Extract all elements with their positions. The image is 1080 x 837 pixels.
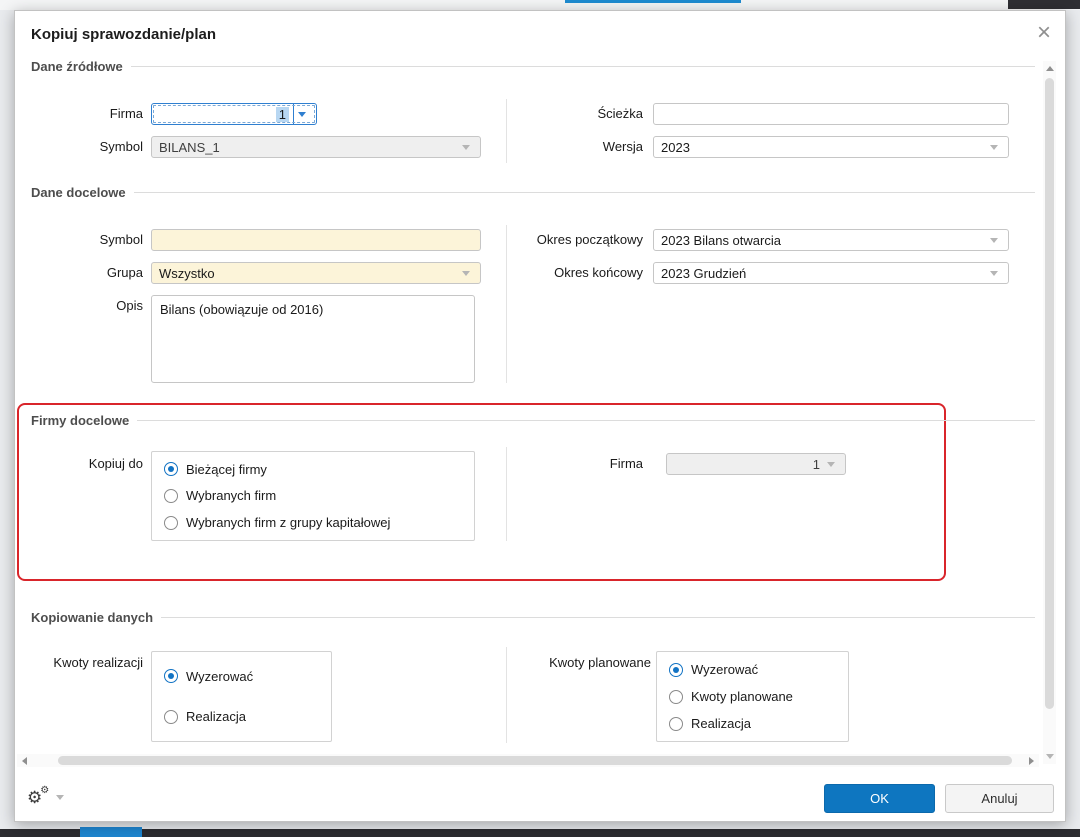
scroll-left-icon[interactable] bbox=[17, 754, 32, 767]
chevron-down-icon bbox=[987, 144, 1001, 150]
okres-koncowy-value: 2023 Grudzień bbox=[661, 265, 747, 281]
label-kwoty-realizacji: Kwoty realizacji bbox=[53, 655, 143, 670]
vertical-scroll-thumb[interactable] bbox=[1045, 78, 1054, 709]
dialog-title: Kopiuj sprawozdanie/plan bbox=[31, 26, 217, 43]
radio-selected-icon bbox=[164, 669, 178, 684]
chevron-down-icon bbox=[459, 270, 473, 276]
section-title-target: Dane docelowe bbox=[31, 184, 126, 200]
vertical-scrollbar[interactable] bbox=[1043, 61, 1056, 764]
symbol-source-value: BILANS_1 bbox=[159, 139, 220, 155]
section-title-copy: Kopiowanie danych bbox=[31, 609, 154, 625]
radio-selected-icon bbox=[164, 462, 178, 477]
radio-icon bbox=[669, 716, 683, 731]
label-okres-poczatkowy: Okres początkowy bbox=[536, 232, 643, 247]
section-header-copy: Kopiowanie danych bbox=[31, 609, 1035, 625]
background-statusbar bbox=[0, 829, 1080, 837]
gear-small-icon: ⚙ bbox=[40, 784, 50, 796]
section-title-companies: Firmy docelowe bbox=[31, 412, 130, 428]
radio-planowane-kwoty-planowane[interactable]: Kwoty planowane bbox=[669, 689, 836, 704]
sciezka-input[interactable] bbox=[653, 103, 1009, 125]
section-title-source: Dane źródłowe bbox=[31, 58, 123, 74]
radio-biezacej-firmy[interactable]: Bieżącej firmy bbox=[164, 462, 462, 477]
chevron-down-icon bbox=[987, 237, 1001, 243]
radio-selected-icon bbox=[669, 662, 683, 677]
chevron-down-icon[interactable] bbox=[293, 104, 309, 124]
radio-realizacji-wyzerowac[interactable]: Wyzerować bbox=[164, 669, 319, 684]
ok-button[interactable]: OK bbox=[824, 784, 935, 813]
horizontal-scrollbar[interactable] bbox=[17, 754, 1039, 767]
opis-textarea[interactable]: Bilans (obowiązuje od 2016) bbox=[151, 295, 475, 383]
wersja-dropdown[interactable]: 2023 bbox=[653, 136, 1009, 158]
kwoty-realizacji-radio-group: Wyzerować Realizacja bbox=[151, 651, 332, 742]
radio-icon bbox=[164, 515, 178, 530]
label-symbol-source: Symbol bbox=[99, 139, 143, 154]
section-header-target: Dane docelowe bbox=[31, 184, 1035, 200]
firma-source-value: 1 bbox=[275, 106, 289, 122]
chevron-down-icon bbox=[987, 270, 1001, 276]
chevron-down-icon bbox=[824, 461, 838, 467]
radio-planowane-realizacja[interactable]: Realizacja bbox=[669, 716, 836, 731]
symbol-source-dropdown[interactable]: BILANS_1 bbox=[151, 136, 481, 158]
label-grupa: Grupa bbox=[106, 265, 143, 280]
radio-wybranych-firm-grupy[interactable]: Wybranych firm z grupy kapitałowej bbox=[164, 515, 462, 530]
grupa-value: Wszystko bbox=[159, 265, 215, 281]
section-header-source: Dane źródłowe bbox=[31, 58, 1035, 74]
kwoty-planowane-radio-group: Wyzerować Kwoty planowane Realizacja bbox=[656, 651, 849, 742]
label-symbol-target: Symbol bbox=[99, 232, 143, 247]
horizontal-scroll-thumb[interactable] bbox=[58, 756, 1012, 765]
scroll-right-icon[interactable] bbox=[1024, 754, 1039, 767]
section-divider bbox=[137, 419, 1035, 421]
label-firma-target: Firma bbox=[609, 456, 643, 471]
scroll-up-icon[interactable] bbox=[1043, 61, 1056, 76]
firma-target-value: 1 bbox=[812, 456, 820, 472]
label-okres-koncowy: Okres końcowy bbox=[554, 265, 643, 280]
opis-value: Bilans (obowiązuje od 2016) bbox=[160, 302, 324, 317]
settings-gear-button[interactable]: ⚙ ⚙ bbox=[27, 784, 65, 806]
radio-icon bbox=[164, 488, 178, 503]
radio-icon bbox=[669, 689, 683, 704]
radio-icon bbox=[164, 709, 178, 724]
okres-poczatkowy-value: 2023 Bilans otwarcia bbox=[661, 232, 781, 248]
okres-poczatkowy-dropdown[interactable]: 2023 Bilans otwarcia bbox=[653, 229, 1009, 251]
symbol-target-input[interactable] bbox=[151, 229, 481, 251]
label-kopiuj-do: Kopiuj do bbox=[88, 456, 143, 471]
wersja-value: 2023 bbox=[661, 139, 690, 155]
section-divider bbox=[130, 65, 1035, 67]
background-app-top bbox=[0, 0, 1080, 10]
background-titlebar-fragment bbox=[1008, 0, 1080, 9]
label-opis: Opis bbox=[116, 298, 143, 313]
label-kwoty-planowane: Kwoty planowane bbox=[549, 655, 651, 670]
section-header-companies: Firmy docelowe bbox=[31, 412, 1035, 428]
background-taskbar-tab bbox=[80, 827, 142, 837]
radio-realizacji-realizacja[interactable]: Realizacja bbox=[164, 709, 319, 724]
okres-koncowy-dropdown[interactable]: 2023 Grudzień bbox=[653, 262, 1009, 284]
radio-planowane-wyzerowac[interactable]: Wyzerować bbox=[669, 662, 836, 677]
section-divider bbox=[161, 616, 1035, 618]
section-divider bbox=[133, 191, 1035, 193]
background-tab-indicator bbox=[565, 0, 741, 3]
label-sciezka: Ścieżka bbox=[597, 106, 643, 121]
grupa-dropdown[interactable]: Wszystko bbox=[151, 262, 481, 284]
copy-report-dialog: Kopiuj sprawozdanie/plan × Dane źródłowe… bbox=[14, 10, 1066, 822]
firma-source-combobox[interactable]: 1 bbox=[151, 103, 317, 125]
kopiuj-do-radio-group: Bieżącej firmy Wybranych firm Wybranych … bbox=[151, 451, 475, 541]
cancel-button[interactable]: Anuluj bbox=[945, 784, 1054, 813]
horizontal-scroll-track[interactable] bbox=[32, 754, 1024, 767]
chevron-down-icon bbox=[459, 144, 473, 150]
label-firma-source: Firma bbox=[109, 106, 143, 121]
chevron-down-icon bbox=[56, 795, 65, 800]
radio-wybranych-firm[interactable]: Wybranych firm bbox=[164, 488, 462, 503]
close-icon[interactable]: × bbox=[1037, 21, 1051, 45]
firma-target-dropdown[interactable]: 1 bbox=[666, 453, 846, 475]
label-wersja: Wersja bbox=[602, 139, 643, 154]
scroll-down-icon[interactable] bbox=[1043, 749, 1056, 764]
